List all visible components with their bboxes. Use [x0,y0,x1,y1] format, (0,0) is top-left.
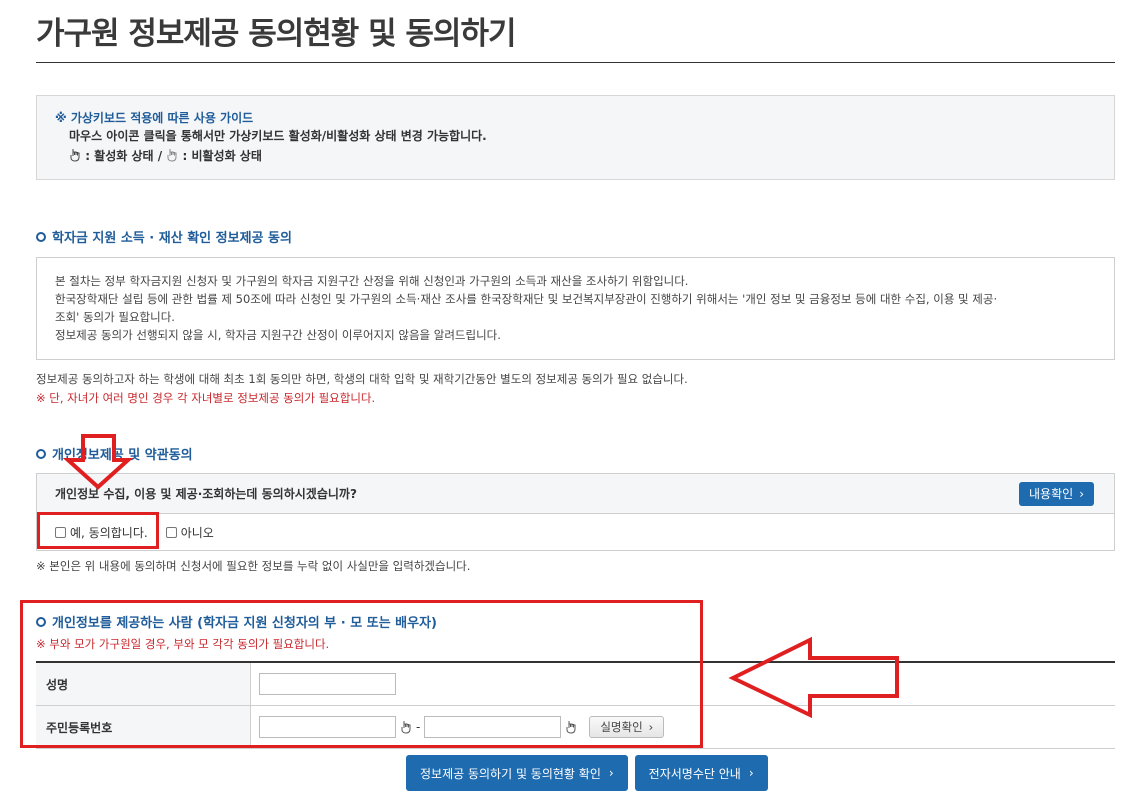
chevron-right-icon: › [1079,486,1084,501]
bottom-action-buttons: 정보제공 동의하기 및 동의현황 확인 › 전자서명수단 안내 › [406,755,768,791]
consent-and-status-button[interactable]: 정보제공 동의하기 및 동의현황 확인 › [406,755,628,791]
title-divider [36,62,1115,63]
chevron-right-icon: › [748,766,754,780]
annotation-highlight-provider [20,600,703,748]
annotation-highlight-agree [37,512,159,549]
virtual-keyboard-guide: ※ 가상키보드 적용에 따른 사용 가이드 마우스 아이콘 클릭을 통해서만 가… [36,95,1115,180]
bullet-ring-icon [36,231,46,242]
consent-options: 예, 동의합니다. 아니오 [37,514,1114,551]
inactive-state-label: : 비활성화 상태 [182,149,262,163]
disagree-option[interactable]: 아니오 [165,524,214,541]
consent-question: 개인정보 수집, 이용 및 제공·조회하는데 동의하시겠습니까? [55,487,357,501]
info-line: 한국장학재단 설립 등에 관한 법률 제 50조에 따라 신청인 및 가구원의 … [55,292,998,306]
mouse-hand-inactive-icon [167,149,177,162]
info-line: 본 절차는 정부 학자금지원 신청자 및 가구원의 학자금 지원구간 산정을 위… [55,274,689,288]
view-content-button[interactable]: 내용확인 › [1019,481,1094,506]
privacy-consent-box: 개인정보 수집, 이용 및 제공·조회하는데 동의하시겠습니까? 내용확인 › … [36,473,1115,551]
page-title: 가구원 정보제공 동의현황 및 동의하기 [36,16,516,52]
one-time-consent-note: 정보제공 동의하고자 하는 학생에 대해 최초 1회 동의만 하면, 학생의 대… [36,372,688,386]
chevron-right-icon: › [608,766,614,780]
guide-title: ※ 가상키보드 적용에 따른 사용 가이드 [55,111,254,125]
info-line: 정보제공 동의가 선행되지 않을 시, 학자금 지원구간 산정이 이루어지지 않… [55,328,501,342]
info-line: 조회' 동의가 필요합니다. [55,310,175,324]
disagree-label: 아니오 [180,526,214,540]
truthful-input-pledge: ※ 본인은 위 내용에 동의하며 신청서에 필요한 정보를 누락 없이 사실만을… [36,559,471,573]
bullet-ring-icon [36,448,46,459]
active-state-label: : 활성화 상태 / [85,149,163,163]
guide-legend: : 활성화 상태 / : 비활성화 상태 [55,146,1114,166]
mouse-hand-active-icon [70,149,80,162]
disagree-checkbox[interactable] [165,527,177,538]
consent-question-row: 개인정보 수집, 이용 및 제공·조회하는데 동의하시겠습니까? 내용확인 › [37,474,1114,514]
per-child-consent-warning: ※ 단, 자녀가 여러 명인 경우 각 자녀별로 정보제공 동의가 필요합니다. [36,391,376,405]
consent-info-box: 본 절차는 정부 학자금지원 신청자 및 가구원의 학자금 지원구간 산정을 위… [36,257,1115,360]
section-privacy-terms-heading: 개인정보제공 및 약관동의 [36,444,193,463]
guide-description: 마우스 아이콘 클릭을 통해서만 가상키보드 활성화/비활성화 상태 변경 가능… [69,129,487,143]
esign-guide-button[interactable]: 전자서명수단 안내 › [634,755,768,791]
section-income-asset-consent-heading: 학자금 지원 소득 · 재산 확인 정보제공 동의 [36,227,292,246]
